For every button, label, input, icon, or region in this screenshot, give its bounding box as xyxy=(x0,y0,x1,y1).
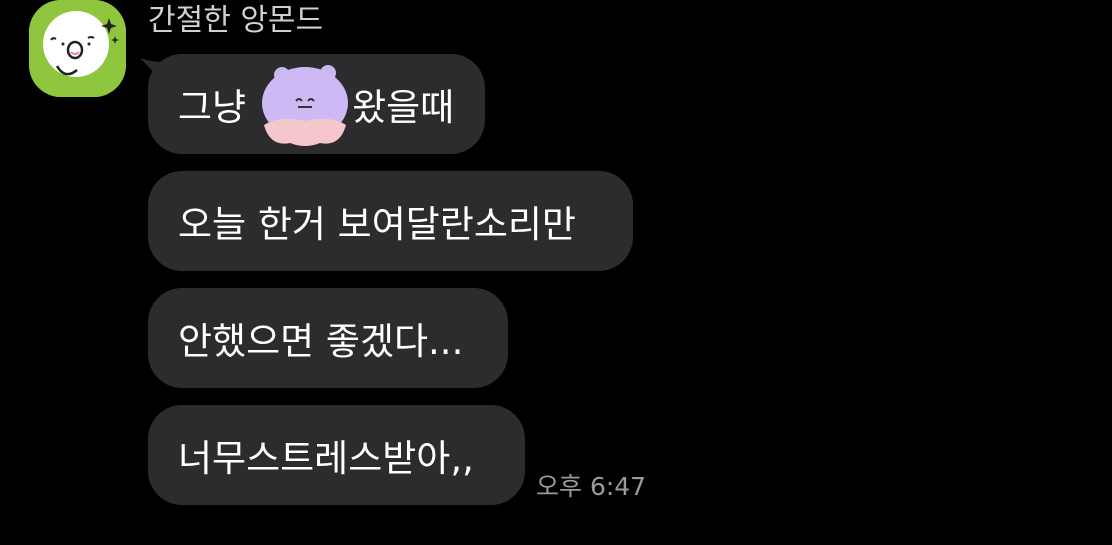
message-bubble-1[interactable]: 그냥 왔을때 xyxy=(148,54,485,154)
smiling-face-sticker-icon xyxy=(29,0,126,97)
sender-name: 간절한 앙몬드 xyxy=(148,3,324,38)
purple-bear-face-icon xyxy=(260,59,350,149)
message-text-1a: 그냥 xyxy=(178,86,247,129)
message-bubble-4[interactable]: 너무스트레스받아,, xyxy=(148,405,525,505)
message-bubble-3[interactable]: 안했으면 좋겠다... xyxy=(148,288,508,388)
message-timestamp: 오후 6:47 xyxy=(536,472,647,501)
message-text-4: 너무스트레스받아,, xyxy=(178,437,474,480)
message-bubble-2[interactable]: 오늘 한거 보여달란소리만 xyxy=(148,171,633,271)
message-text-1b: 왔을때 xyxy=(352,86,455,129)
message-text-2: 오늘 한거 보여달란소리만 xyxy=(178,203,576,246)
avatar[interactable] xyxy=(29,0,126,97)
message-text-3: 안했으면 좋겠다... xyxy=(178,320,464,363)
